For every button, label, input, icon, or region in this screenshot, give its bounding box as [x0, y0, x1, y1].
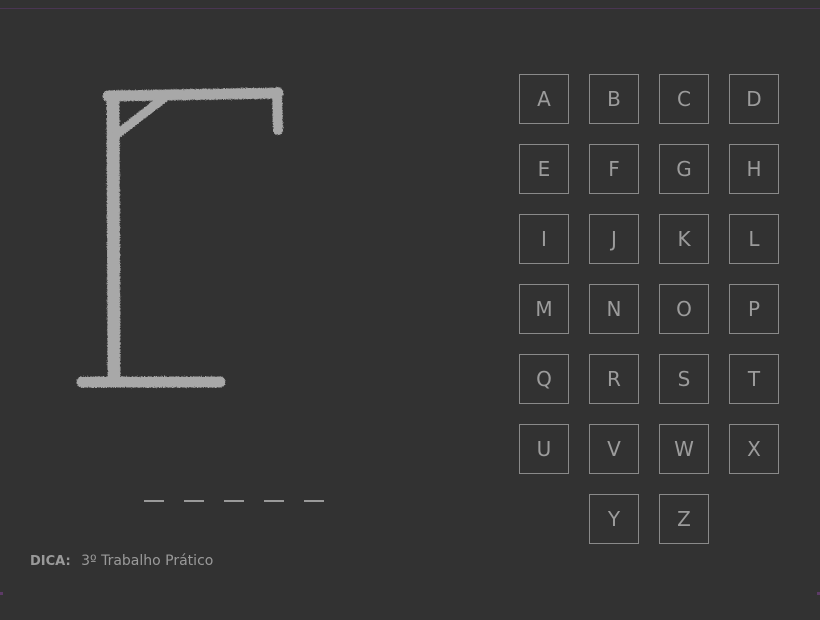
gallows-beam	[102, 87, 284, 102]
key-p[interactable]: P	[729, 284, 779, 334]
gallows-drawing	[76, 87, 284, 388]
key-s[interactable]: S	[659, 354, 709, 404]
key-n[interactable]: N	[589, 284, 639, 334]
hint: DICA: 3º Trabalho Prático	[30, 553, 213, 569]
letter-slot	[264, 486, 284, 502]
key-f[interactable]: F	[589, 144, 639, 194]
hidden-word	[144, 486, 324, 502]
letter-slot	[144, 486, 164, 502]
edge-mark-left	[0, 592, 3, 595]
key-l[interactable]: L	[729, 214, 779, 264]
key-k[interactable]: K	[659, 214, 709, 264]
hint-text: 3º Trabalho Prático	[81, 553, 214, 569]
letter-slot	[184, 486, 204, 502]
key-i[interactable]: I	[519, 214, 569, 264]
key-u[interactable]: U	[519, 424, 569, 474]
key-d[interactable]: D	[729, 74, 779, 124]
key-e[interactable]: E	[519, 144, 569, 194]
key-w[interactable]: W	[659, 424, 709, 474]
key-m[interactable]: M	[519, 284, 569, 334]
key-y[interactable]: Y	[589, 494, 639, 544]
gallows-post	[106, 93, 121, 387]
gallows-rope	[272, 87, 283, 135]
hint-label: DICA:	[30, 554, 71, 569]
letter-slot	[224, 486, 244, 502]
key-h[interactable]: H	[729, 144, 779, 194]
key-g[interactable]: G	[659, 144, 709, 194]
key-o[interactable]: O	[659, 284, 709, 334]
key-v[interactable]: V	[589, 424, 639, 474]
key-q[interactable]: Q	[519, 354, 569, 404]
letter-slot	[304, 486, 324, 502]
key-b[interactable]: B	[589, 74, 639, 124]
top-border-line	[0, 8, 820, 9]
key-r[interactable]: R	[589, 354, 639, 404]
key-j[interactable]: J	[589, 214, 639, 264]
key-t[interactable]: T	[729, 354, 779, 404]
key-c[interactable]: C	[659, 74, 709, 124]
gallows-brace	[111, 93, 169, 140]
key-a[interactable]: A	[519, 74, 569, 124]
key-x[interactable]: X	[729, 424, 779, 474]
key-z[interactable]: Z	[659, 494, 709, 544]
